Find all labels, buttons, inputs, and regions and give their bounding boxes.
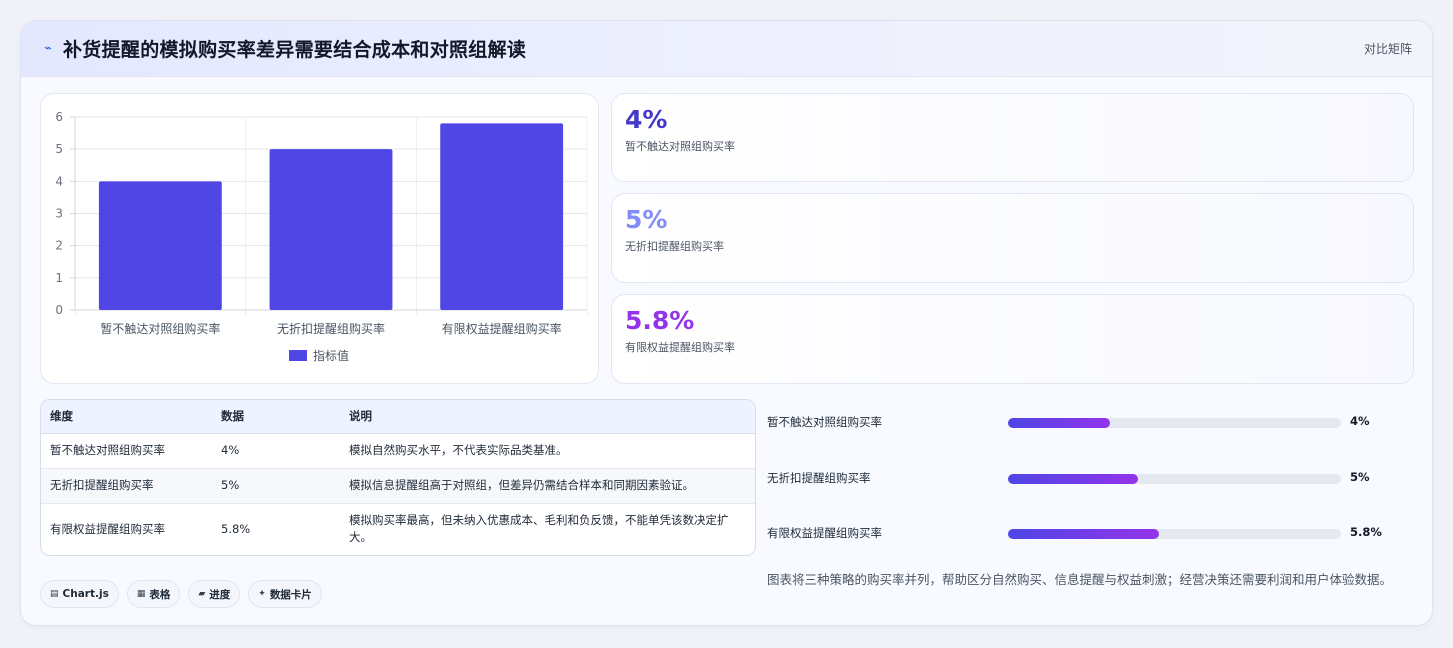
kpi-label: 无折扣提醒组购买率 [625, 240, 724, 253]
table-row: 有限权益提醒组购买率 5.8% 模拟购买率最高，但未纳入优惠成本、毛利和负反馈，… [41, 503, 755, 555]
legend-swatch [289, 350, 307, 361]
tag-label: 进度 [209, 588, 231, 601]
progress-fill [1008, 529, 1159, 539]
chart-icon: ▤ [50, 589, 59, 599]
table-cell: 4% [212, 433, 340, 469]
kpi-card-reminder: 5% 无折扣提醒组购买率 [611, 193, 1414, 283]
table-cell: 有限权益提醒组购买率 [50, 521, 165, 536]
tag-table[interactable]: ▦ 表格 [126, 580, 181, 608]
progress-fill [1008, 418, 1111, 428]
kpi-card-control: 4% 暂不触达对照组购买率 [611, 93, 1414, 182]
view-badge: 对比矩阵 [1363, 42, 1412, 56]
kpi-card-benefit: 5.8% 有限权益提醒组购买率 [611, 294, 1414, 384]
page-title: 补货提醒的模拟购买率差异需要结合成本和对照组解读 [63, 39, 527, 61]
bar-chart: 0 1 2 3 4 5 6 暂不触达对照组购买率 无折扣提醒组购买率 有限权益提醒组购买率指标值 [55, 110, 588, 363]
y-tick-label: 4 [55, 174, 63, 188]
kpi-value: 4% [625, 105, 668, 134]
tag-progress[interactable]: ▰ 进度 [188, 580, 241, 608]
kpi-value: 5.8% [625, 306, 695, 335]
progress-label: 有限权益提醒组购买率 [767, 526, 882, 540]
kpi-label: 有限权益提醒组购买率 [625, 341, 735, 354]
progress-icon: ▰ [198, 589, 206, 599]
bar [98, 181, 222, 310]
bar-chart-panel: 0 1 2 3 4 5 6 暂不触达对照组购买率 无折扣提醒组购买率 有限权益提醒组购买率指标值 [40, 93, 599, 384]
data-table: 维度 数据 说明 暂不触达对照组购买率 4% 模拟自然购买水平，不代表实际品类基… [40, 399, 756, 556]
tag-label: 数据卡片 [269, 588, 312, 601]
bar [269, 149, 393, 310]
tag-label: Chart.js [62, 588, 109, 600]
feature-tags: ▤ Chart.js ▦ 表格 ▰ 进度 ✦ 数据卡片 [40, 580, 322, 608]
tag-chartjs[interactable]: ▤ Chart.js [40, 580, 119, 608]
y-tick-label: 3 [55, 207, 63, 221]
y-tick-label: 1 [55, 271, 63, 285]
table-cell: 5.8% [221, 521, 251, 536]
progress-value: 5.8% [1350, 525, 1382, 539]
sparkline-icon: ⌁ [44, 41, 52, 56]
table-header-cell: 说明 [340, 400, 755, 434]
x-tick-label: 无折扣提醒组购买率 [277, 321, 385, 336]
comparison-card: ⌁ 补货提醒的模拟购买率差异需要结合成本和对照组解读 对比矩阵 0 1 2 3 4 5 6 暂… [20, 20, 1433, 626]
x-tick-label: 有限权益提醒组购买率 [442, 321, 562, 336]
chart-note: 图表将三种策略的购买率并列，帮助区分自然购买、信息提醒与权益刺激；经营决策还需要… [767, 572, 1393, 587]
table-header-row: 维度 数据 说明 [41, 400, 755, 434]
y-tick-label: 2 [55, 239, 63, 253]
table-cell: 模拟自然购买水平，不代表实际品类基准。 [340, 433, 755, 469]
bar [440, 123, 564, 310]
progress-track [1008, 529, 1341, 539]
y-tick-label: 0 [55, 303, 63, 317]
kpi-label: 暂不触达对照组购买率 [625, 140, 735, 153]
card-header: ⌁ 补货提醒的模拟购买率差异需要结合成本和对照组解读 对比矩阵 [21, 21, 1432, 77]
kpi-value: 5% [625, 205, 668, 234]
progress-row: 无折扣提醒组购买率 5% [767, 468, 1417, 488]
table-cell: 模拟信息提醒组高于对照组，但差异仍需结合样本和同期因素验证。 [340, 468, 755, 504]
progress-track [1008, 418, 1341, 428]
progress-fill [1008, 474, 1138, 484]
progress-label: 无折扣提醒组购买率 [767, 471, 871, 485]
table-row: 暂不触达对照组购买率 4% 模拟自然购买水平，不代表实际品类基准。 [41, 433, 755, 469]
tag-label: 表格 [149, 588, 171, 601]
progress-row: 暂不触达对照组购买率 4% [767, 412, 1417, 432]
progress-value: 5% [1350, 470, 1370, 484]
legend-label: 指标值 [313, 348, 349, 363]
table-cell: 5% [212, 468, 340, 504]
table-header-cell: 数据 [212, 400, 340, 434]
tag-data-card[interactable]: ✦ 数据卡片 [248, 580, 322, 608]
sparkle-icon: ✦ [258, 589, 266, 599]
x-tick-label: 暂不触达对照组购买率 [100, 321, 220, 336]
table-row: 无折扣提醒组购买率 5% 模拟信息提醒组高于对照组，但差异仍需结合样本和同期因素… [41, 468, 755, 504]
progress-track [1008, 474, 1341, 484]
y-tick-label: 5 [55, 142, 63, 156]
table-icon: ▦ [136, 589, 146, 599]
progress-row: 有限权益提醒组购买率 5.8% [767, 523, 1417, 543]
table-cell: 无折扣提醒组购买率 [41, 468, 212, 504]
table-cell: 模拟购买率最高，但未纳入优惠成本、毛利和负反馈，不能单凭该数决定扩大。 [349, 513, 729, 545]
progress-label: 暂不触达对照组购买率 [767, 415, 882, 429]
y-tick-label: 6 [55, 110, 63, 124]
table-header-cell: 维度 [41, 400, 212, 434]
table-cell: 暂不触达对照组购买率 [41, 433, 212, 469]
header-title-group: ⌁ 补货提醒的模拟购买率差异需要结合成本和对照组解读 [41, 35, 526, 62]
progress-value: 4% [1350, 414, 1370, 428]
